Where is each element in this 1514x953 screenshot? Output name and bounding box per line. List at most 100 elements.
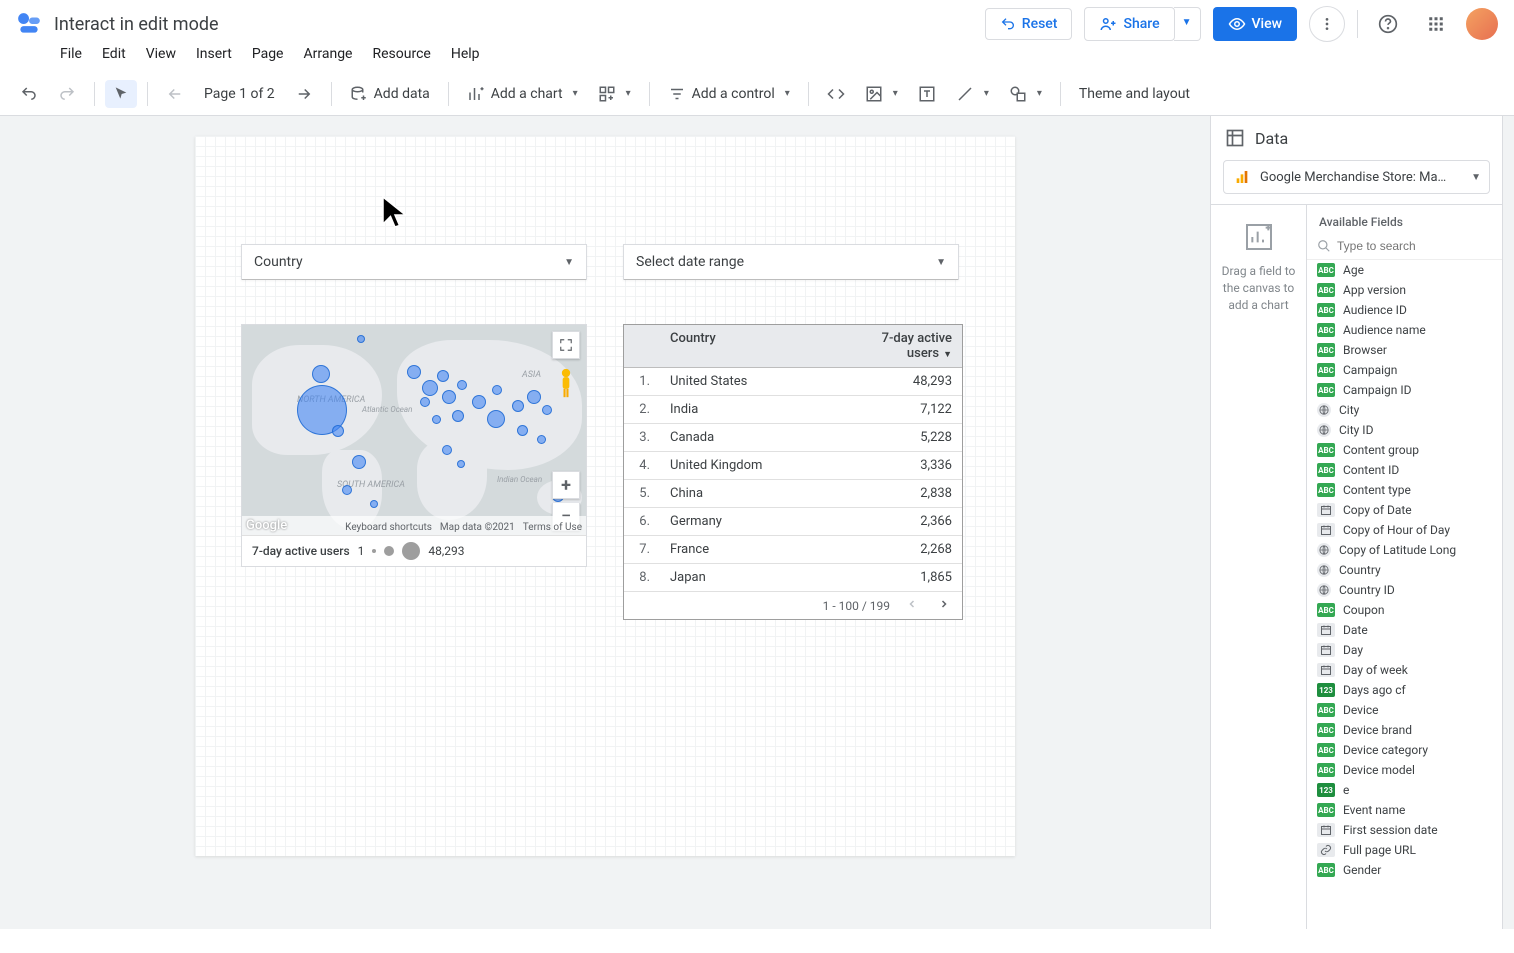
menu-page[interactable]: Page <box>244 42 292 66</box>
table-next-page[interactable] <box>934 596 954 615</box>
field-item[interactable]: 123Days ago cf <box>1307 680 1502 700</box>
field-item[interactable]: ABCGender <box>1307 860 1502 880</box>
map-viewport[interactable]: NORTH AMERICA SOUTH AMERICA ASIA Atlanti… <box>242 325 586 535</box>
field-item[interactable]: City ID <box>1307 420 1502 440</box>
next-page-button[interactable] <box>287 79 321 109</box>
menu-insert[interactable]: Insert <box>188 42 240 66</box>
field-item[interactable]: ABCCoupon <box>1307 600 1502 620</box>
help-button[interactable] <box>1370 6 1406 42</box>
embed-button[interactable] <box>819 79 853 109</box>
field-item[interactable]: ABCDevice category <box>1307 740 1502 760</box>
field-item[interactable]: ABCContent group <box>1307 440 1502 460</box>
map-pegman[interactable] <box>552 363 580 403</box>
share-button[interactable]: Share <box>1084 7 1174 41</box>
field-item[interactable]: Country ID <box>1307 580 1502 600</box>
field-item[interactable]: ABCAge <box>1307 260 1502 280</box>
menu-file[interactable]: File <box>52 42 90 66</box>
report-canvas[interactable]: Country ▼ Select date range ▼ NORTH A <box>195 136 1015 856</box>
menu-view[interactable]: View <box>138 42 184 66</box>
selection-tool[interactable] <box>105 80 137 108</box>
add-control-button[interactable]: Add a control <box>660 79 798 109</box>
field-item[interactable]: Full page URL <box>1307 840 1502 860</box>
field-name: City <box>1339 403 1359 417</box>
reset-button[interactable]: Reset <box>985 8 1073 40</box>
community-viz-button[interactable] <box>590 79 639 109</box>
geo-map-chart[interactable]: NORTH AMERICA SOUTH AMERICA ASIA Atlanti… <box>241 324 587 567</box>
table-col-idx[interactable] <box>624 325 660 367</box>
map-fullscreen-button[interactable] <box>552 331 580 359</box>
datasource-selector[interactable]: Google Merchandise Store: Ma… ▼ <box>1223 160 1490 194</box>
image-button[interactable] <box>857 79 906 109</box>
menu-arrange[interactable]: Arrange <box>296 42 361 66</box>
table-row[interactable]: 1.United States48,293 <box>624 368 962 396</box>
view-button[interactable]: View <box>1213 7 1298 41</box>
canvas-area[interactable]: Country ▼ Select date range ▼ NORTH A <box>0 116 1210 929</box>
table-prev-page[interactable] <box>902 596 922 615</box>
chart-drop-area[interactable]: Drag a field to the canvas to add a char… <box>1211 205 1307 929</box>
account-avatar[interactable] <box>1466 8 1498 40</box>
share-dropdown-caret[interactable]: ▼ <box>1174 7 1201 41</box>
field-item[interactable]: ABCBrowser <box>1307 340 1502 360</box>
field-item[interactable]: ABCContent ID <box>1307 460 1502 480</box>
menu-edit[interactable]: Edit <box>94 42 134 66</box>
map-terms-link[interactable]: Terms of Use <box>523 522 582 533</box>
country-table-chart[interactable]: Country 7-day active users 1.United Stat… <box>623 324 963 620</box>
collapsed-right-panel[interactable] <box>1502 116 1514 929</box>
theme-layout-button[interactable]: Theme and layout <box>1071 80 1198 108</box>
redo-button[interactable] <box>50 79 84 109</box>
field-item[interactable]: ABCAudience ID <box>1307 300 1502 320</box>
field-item[interactable]: ABCCampaign <box>1307 360 1502 380</box>
country-filter-control[interactable]: Country ▼ <box>241 244 587 280</box>
table-row[interactable]: 8.Japan1,865 <box>624 564 962 592</box>
text-button[interactable] <box>910 79 944 109</box>
menu-help[interactable]: Help <box>443 42 488 66</box>
shape-button[interactable] <box>1001 79 1050 109</box>
line-button[interactable] <box>948 79 997 109</box>
undo-button[interactable] <box>12 79 46 109</box>
table-row[interactable]: 7.France2,268 <box>624 536 962 564</box>
page-indicator[interactable]: Page 1 of 2 <box>196 80 283 108</box>
row-country: Canada <box>660 424 852 451</box>
menu-resource[interactable]: Resource <box>364 42 438 66</box>
table-row[interactable]: 4.United Kingdom3,336 <box>624 452 962 480</box>
table-col-users[interactable]: 7-day active users <box>852 325 962 367</box>
field-item[interactable]: Copy of Date <box>1307 500 1502 520</box>
fields-list[interactable]: ABCAgeABCApp versionABCAudience IDABCAud… <box>1307 260 1502 929</box>
field-item[interactable]: City <box>1307 400 1502 420</box>
field-name: e <box>1343 783 1349 797</box>
field-item[interactable]: ABCAudience name <box>1307 320 1502 340</box>
add-data-button[interactable]: Add data <box>342 79 438 109</box>
field-name: Campaign ID <box>1343 383 1412 397</box>
field-search-input[interactable] <box>1337 239 1492 253</box>
field-item[interactable]: Country <box>1307 560 1502 580</box>
prev-page-button[interactable] <box>158 79 192 109</box>
map-keyboard-shortcuts[interactable]: Keyboard shortcuts <box>345 522 432 533</box>
table-row[interactable]: 2.India7,122 <box>624 396 962 424</box>
field-item[interactable]: Day <box>1307 640 1502 660</box>
apps-button[interactable] <box>1418 6 1454 42</box>
field-item[interactable]: Date <box>1307 620 1502 640</box>
table-row[interactable]: 3.Canada5,228 <box>624 424 962 452</box>
field-item[interactable]: Day of week <box>1307 660 1502 680</box>
field-item[interactable]: ABCCampaign ID <box>1307 380 1502 400</box>
more-options-button[interactable] <box>1309 6 1345 42</box>
field-item[interactable]: ABCApp version <box>1307 280 1502 300</box>
field-item[interactable]: 123e <box>1307 780 1502 800</box>
field-item[interactable]: ABCDevice brand <box>1307 720 1502 740</box>
add-chart-button[interactable]: Add a chart <box>459 79 586 109</box>
field-item[interactable]: First session date <box>1307 820 1502 840</box>
field-item[interactable]: ABCContent type <box>1307 480 1502 500</box>
date-range-control[interactable]: Select date range ▼ <box>623 244 959 280</box>
table-row[interactable]: 5.China2,838 <box>624 480 962 508</box>
map-label-atlantic: Atlantic Ocean <box>362 405 412 414</box>
map-zoom-in-button[interactable]: + <box>552 471 580 499</box>
field-item[interactable]: Copy of Latitude Long <box>1307 540 1502 560</box>
field-item[interactable]: Copy of Hour of Day <box>1307 520 1502 540</box>
field-item[interactable]: ABCEvent name <box>1307 800 1502 820</box>
field-item[interactable]: ABCDevice model <box>1307 760 1502 780</box>
table-col-country[interactable]: Country <box>660 325 852 367</box>
table-row[interactable]: 6.Germany2,366 <box>624 508 962 536</box>
help-icon <box>1378 14 1398 34</box>
field-item[interactable]: ABCDevice <box>1307 700 1502 720</box>
document-title[interactable]: Interact in edit mode <box>54 14 219 35</box>
